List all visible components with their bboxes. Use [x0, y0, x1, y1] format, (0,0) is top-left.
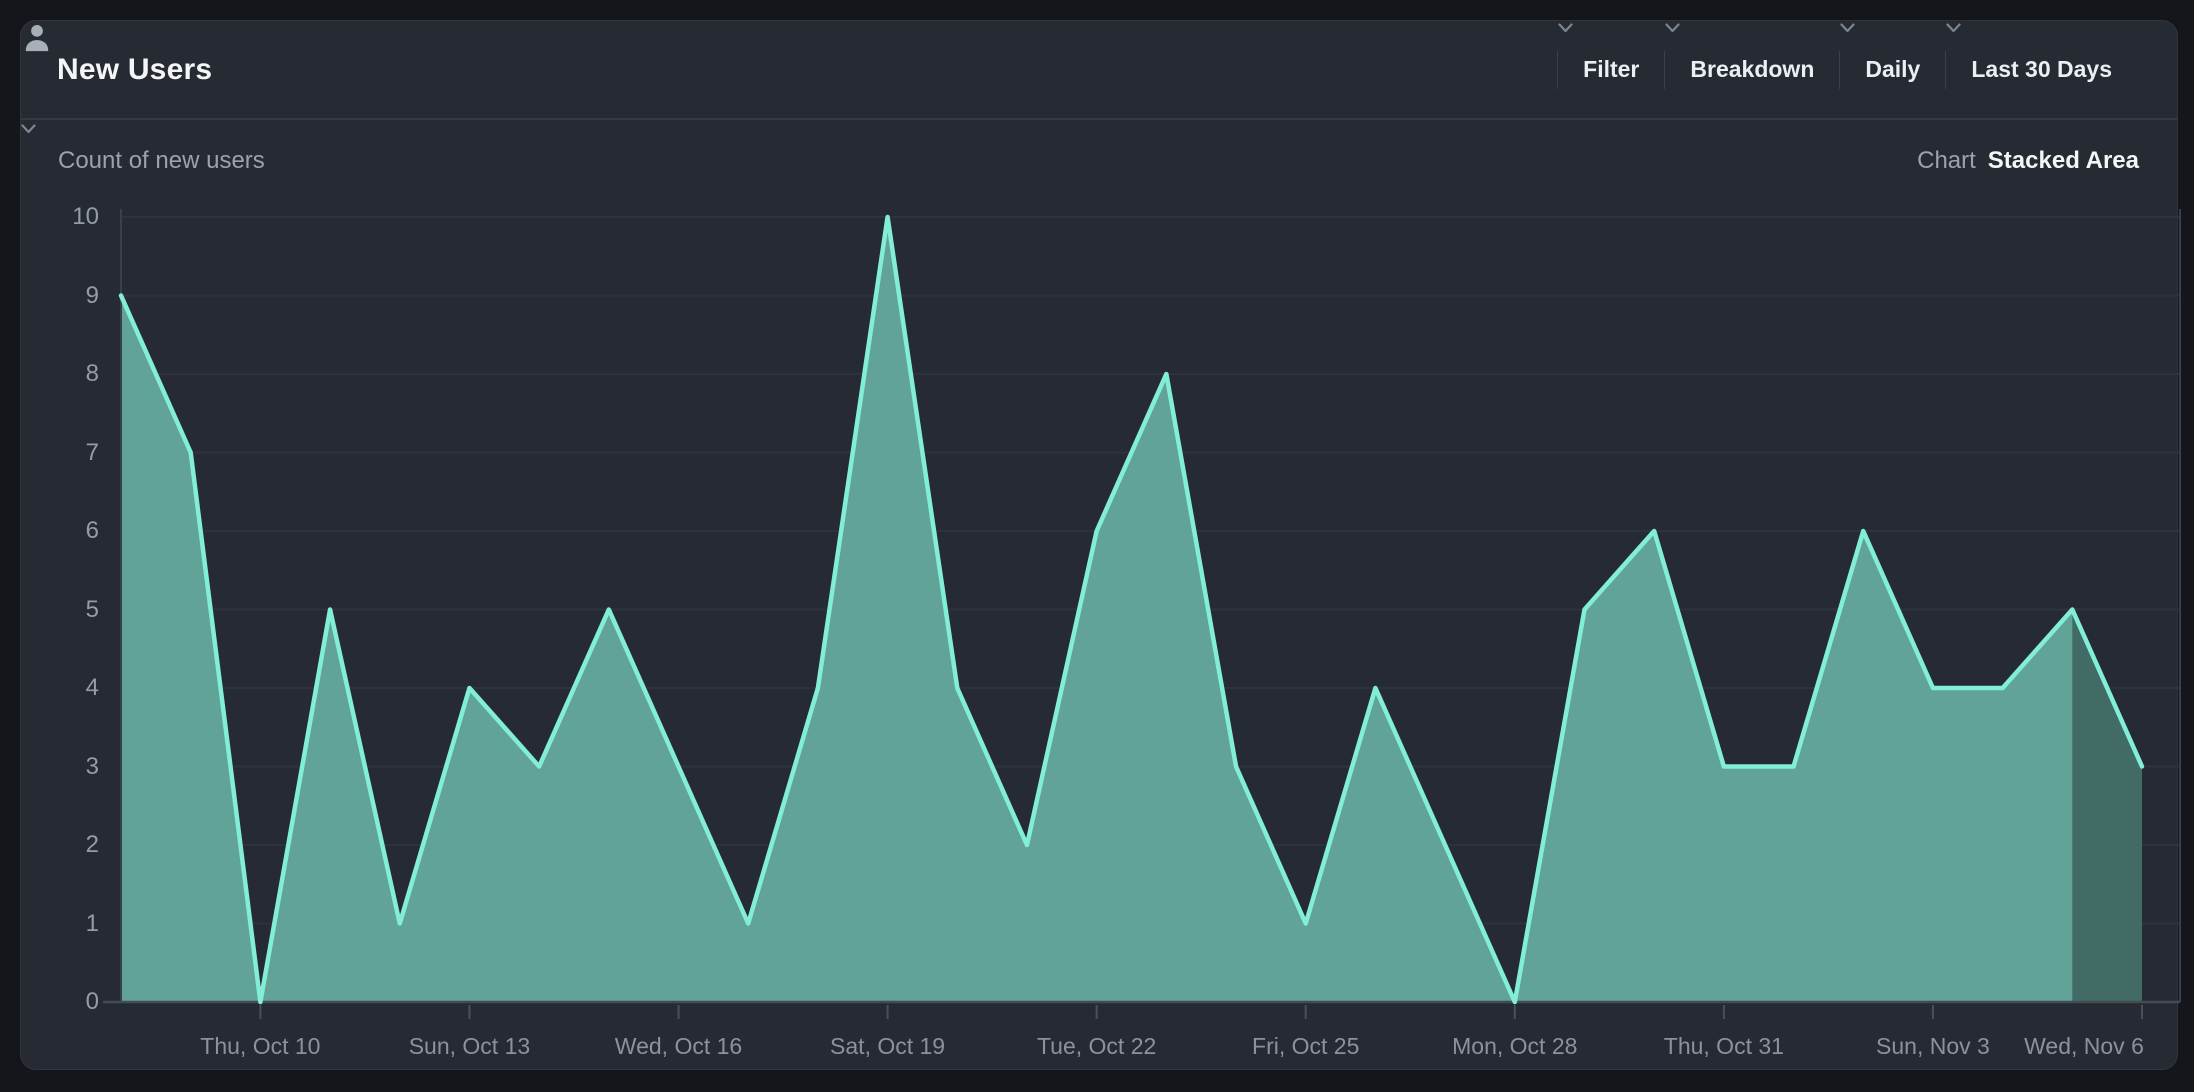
x-axis-tick-label: Sun, Oct 13	[349, 1031, 589, 1061]
x-axis-tick-label: Fri, Oct 25	[1186, 1031, 1426, 1061]
y-axis-tick-label: 8	[29, 360, 99, 388]
chart-region: 012345678910 Thu, Oct 10Sun, Oct 13Wed, …	[0, 0, 2194, 1092]
x-tick-marks	[260, 1005, 2142, 1019]
y-axis-tick-label: 6	[29, 517, 99, 545]
x-axis-tick-label: Wed, Nov 6	[1964, 1031, 2194, 1061]
y-axis-tick-label: 0	[29, 988, 99, 1016]
y-axis-tick-label: 7	[29, 439, 99, 467]
y-axis-tick-label: 10	[29, 203, 99, 231]
area-chart-canvas[interactable]	[0, 0, 2194, 1092]
area-fill-muted-last-segment	[2072, 610, 2142, 1003]
x-axis-tick-label: Sat, Oct 19	[768, 1031, 1008, 1061]
y-axis-tick-label: 4	[29, 674, 99, 702]
x-axis-tick-label: Thu, Oct 31	[1604, 1031, 1844, 1061]
y-axis-tick-label: 9	[29, 282, 99, 310]
x-axis-tick-label: Mon, Oct 28	[1395, 1031, 1635, 1061]
y-axis-tick-label: 5	[29, 596, 99, 624]
x-axis-tick-label: Thu, Oct 10	[140, 1031, 380, 1061]
x-axis-tick-label: Tue, Oct 22	[977, 1031, 1217, 1061]
y-axis-tick-label: 2	[29, 831, 99, 859]
y-axis-tick-label: 3	[29, 753, 99, 781]
y-axis-tick-label: 1	[29, 910, 99, 938]
x-axis-tick-label: Wed, Oct 16	[559, 1031, 799, 1061]
